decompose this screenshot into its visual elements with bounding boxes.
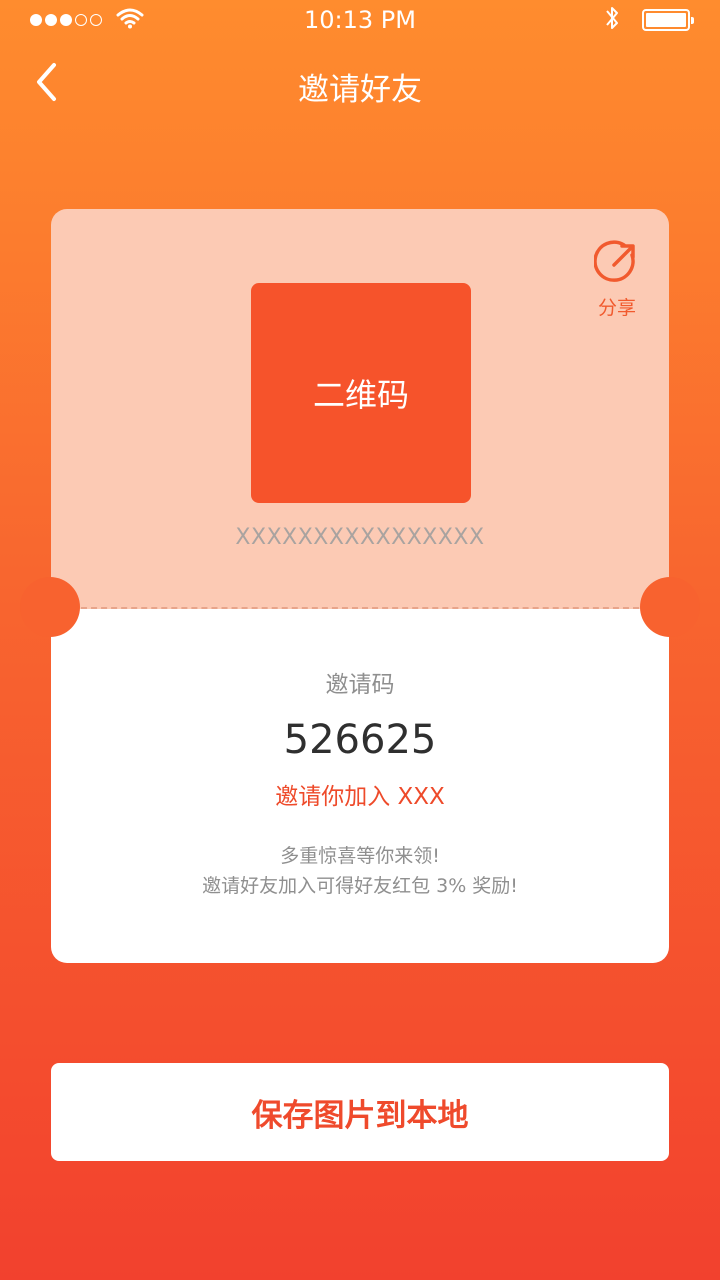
description-line-1: 多重惊喜等你来领!: [280, 845, 440, 867]
qr-code-label: 二维码: [312, 376, 409, 414]
save-image-label: 保存图片到本地: [251, 1097, 469, 1134]
invite-card: 分享 二维码 XXXXXXXXXXXXXXXX 邀请码 526625 邀请你加入…: [20, 209, 700, 963]
qr-caption: XXXXXXXXXXXXXXXX: [235, 525, 485, 550]
ticket-notch-right: [640, 577, 700, 637]
invite-code-label: 邀请码: [325, 672, 395, 698]
page-title: 邀请好友: [298, 72, 422, 108]
status-time: 10:13 PM: [304, 6, 416, 34]
ticket-notch-left: [20, 577, 80, 637]
share-button[interactable]: 分享: [593, 239, 641, 320]
share-icon: [594, 240, 635, 282]
invite-code-value: 526625: [283, 717, 437, 763]
invite-join-text: 邀请你加入 XXX: [275, 784, 445, 810]
battery-icon: [642, 9, 694, 31]
description-line-2: 邀请好友加入可得好友红包 3% 奖励!: [202, 875, 518, 897]
share-label: 分享: [597, 297, 636, 319]
nav-bar: 邀请好友: [0, 52, 720, 112]
qr-code: 二维码: [251, 283, 471, 503]
ticket-divider: [81, 607, 639, 609]
save-image-button[interactable]: 保存图片到本地: [51, 1063, 669, 1161]
battery-fill: [646, 13, 686, 27]
status-bar: 10:13 PM: [0, 0, 720, 40]
